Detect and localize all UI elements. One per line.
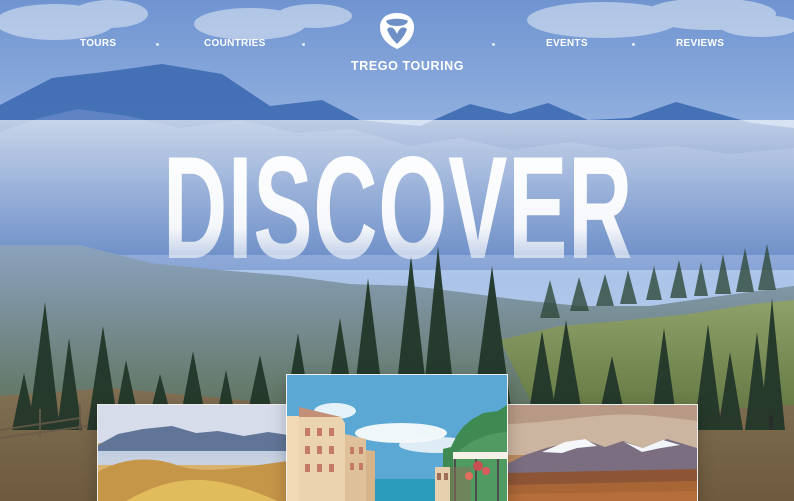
brand-logo[interactable]: TREGO TOURING bbox=[351, 11, 465, 81]
nav-link-countries[interactable]: COUNTRIES bbox=[204, 38, 266, 49]
desert-mountain-card[interactable] bbox=[507, 405, 697, 501]
nav-divider-dot bbox=[632, 43, 635, 46]
coastal-town-image bbox=[287, 375, 507, 501]
mountain-fog-card[interactable] bbox=[98, 405, 288, 501]
nav-link-events[interactable]: EVENTS bbox=[546, 38, 588, 49]
landing-page: TOURS COUNTRIES TREGO TOURING EVENTS REV… bbox=[0, 0, 794, 501]
nav-link-tours[interactable]: TOURS bbox=[80, 38, 116, 49]
nav-divider-dot bbox=[302, 43, 305, 46]
mountain-fog-image bbox=[98, 405, 288, 501]
nav-divider-dot bbox=[492, 43, 495, 46]
brand-name: TREGO TOURING bbox=[351, 59, 465, 73]
nav-divider-dot bbox=[156, 43, 159, 46]
coastal-town-card[interactable] bbox=[287, 375, 507, 501]
nav-link-reviews[interactable]: REVIEWS bbox=[676, 38, 724, 49]
top-navigation: TOURS COUNTRIES TREGO TOURING EVENTS REV… bbox=[0, 0, 794, 90]
desert-mountain-image bbox=[507, 405, 697, 501]
trego-touring-logo-icon bbox=[380, 13, 414, 49]
destination-gallery bbox=[0, 370, 794, 501]
